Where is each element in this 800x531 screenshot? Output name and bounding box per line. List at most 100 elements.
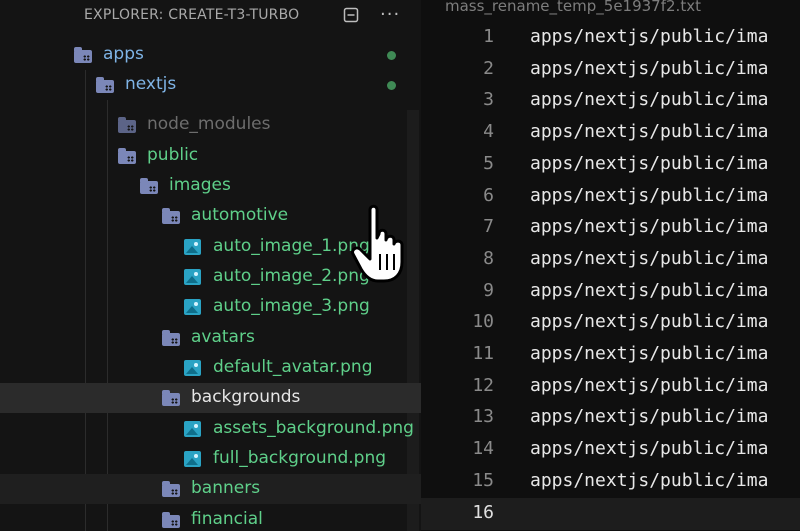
image-file-icon [184, 451, 202, 467]
tree-item-label: banners [191, 478, 261, 498]
folder-icon [118, 117, 136, 133]
tree-file-full_background-png[interactable]: full_background.png [0, 444, 421, 474]
folder-icon [96, 77, 114, 93]
line-text: apps/nextjs/public/ima [530, 247, 769, 269]
editor-line[interactable]: 12 apps/nextjs/public/ima [421, 371, 800, 403]
line-number: 8 [483, 247, 494, 269]
line-number: 13 [472, 406, 494, 428]
editor-line[interactable]: 13 apps/nextjs/public/ima [421, 402, 800, 434]
line-number: 7 [483, 216, 494, 238]
more-actions-icon[interactable]: ··· [380, 4, 400, 25]
editor-line[interactable]: 3 apps/nextjs/public/ima [421, 85, 800, 117]
line-text: apps/nextjs/public/ima [530, 406, 769, 428]
tree-item-label: auto_image_2.png [213, 266, 370, 286]
image-file-icon [184, 239, 202, 255]
line-text: apps/nextjs/public/ima [530, 152, 769, 174]
tree-item-label: public [147, 145, 199, 165]
line-number: 1 [483, 26, 494, 47]
tree-folder-banners[interactable]: banners [0, 474, 421, 504]
editor-line[interactable]: 14 apps/nextjs/public/ima [421, 434, 800, 466]
folder-icon [118, 148, 136, 164]
explorer-header: EXPLORER: CREATE-T3-TURBO ··· [0, 0, 421, 32]
tree-item-label: apps [103, 44, 144, 64]
tree-item-label: automotive [191, 205, 289, 225]
line-number: 3 [483, 89, 494, 111]
tree-file-auto_image_3-png[interactable]: auto_image_3.png [0, 292, 421, 322]
editor-filename[interactable]: mass_rename_temp_5e1937f2.txt [445, 0, 701, 15]
line-number: 11 [472, 343, 494, 364]
folder-icon [140, 178, 158, 194]
folder-icon [162, 208, 180, 224]
tree-item-label: backgrounds [191, 387, 301, 407]
editor-line[interactable]: 10 apps/nextjs/public/ima [421, 307, 800, 339]
folder-icon [162, 512, 180, 528]
line-number: 6 [483, 184, 494, 206]
image-file-icon [184, 360, 202, 376]
tree-folder-node_modules[interactable]: node_modules [0, 110, 421, 140]
line-number: 4 [483, 121, 494, 143]
folder-icon [74, 47, 92, 63]
line-number: 16 [472, 501, 494, 523]
editor-line[interactable]: 4 apps/nextjs/public/ima [421, 117, 800, 149]
tree-item-label: auto_image_1.png [213, 236, 370, 256]
editor-pane[interactable]: mass_rename_temp_5e1937f2.txt 1 apps/next… [421, 0, 800, 531]
editor-line[interactable]: 1 apps/nextjs/public/ima [421, 22, 800, 54]
line-text: apps/nextjs/public/ima [530, 469, 769, 491]
explorer-title: EXPLORER: CREATE-T3-TURBO [84, 7, 300, 23]
image-file-icon [184, 299, 202, 315]
editor-line[interactable]: 5 apps/nextjs/public/ima [421, 149, 800, 181]
line-number: 9 [483, 279, 494, 301]
tree-item-label: default_avatar.png [213, 357, 373, 377]
tree-item-label: images [169, 175, 231, 195]
tree-item-label: nextjs [125, 74, 177, 94]
editor-line[interactable]: 11 apps/nextjs/public/ima [421, 339, 800, 371]
hand-cursor-icon [351, 204, 404, 283]
editor-line[interactable]: 15 apps/nextjs/public/ima [421, 466, 800, 498]
line-number: 10 [472, 311, 494, 333]
line-text: apps/nextjs/public/ima [530, 57, 769, 79]
line-number: 5 [483, 152, 494, 174]
tree-folder-apps[interactable]: apps [0, 40, 421, 70]
image-file-icon [184, 421, 202, 437]
tree-folder-public[interactable]: public [0, 141, 421, 171]
line-text: apps/nextjs/public/ima [530, 184, 769, 206]
line-text: apps/nextjs/public/ima [530, 121, 769, 143]
line-text: apps/nextjs/public/ima [530, 279, 769, 301]
git-status-dot [387, 51, 396, 60]
line-text: apps/nextjs/public/ima [530, 311, 769, 333]
line-number: 14 [472, 438, 494, 460]
editor-line[interactable]: 8 apps/nextjs/public/ima [421, 244, 800, 276]
tree-item-label: full_background.png [213, 448, 387, 468]
editor-line[interactable]: 6 apps/nextjs/public/ima [421, 181, 800, 213]
line-text: apps/nextjs/public/ima [530, 26, 769, 47]
folder-icon [162, 390, 180, 406]
tree-folder-avatars[interactable]: avatars [0, 323, 421, 353]
line-text: apps/nextjs/public/ima [530, 89, 769, 111]
tree-item-label: avatars [191, 327, 255, 347]
tree-item-label: node_modules [147, 114, 271, 134]
editor-line[interactable]: 9 apps/nextjs/public/ima [421, 276, 800, 308]
editor-line[interactable]: 7 apps/nextjs/public/ima [421, 212, 800, 244]
tree-folder-financial[interactable]: financial [0, 505, 421, 531]
editor-line[interactable]: 16 [421, 497, 800, 530]
tree-item-label: assets_background.png [213, 418, 414, 438]
collapse-all-icon[interactable] [343, 7, 359, 27]
line-text: apps/nextjs/public/ima [530, 343, 769, 364]
tree-item-label: auto_image_3.png [213, 296, 370, 316]
tree-file-assets_background-png[interactable]: assets_background.png [0, 414, 421, 444]
tree-file-default_avatar-png[interactable]: default_avatar.png [0, 353, 421, 383]
line-number: 15 [472, 469, 494, 491]
tree-folder-nextjs[interactable]: nextjs [0, 70, 421, 100]
editor-line[interactable]: 2 apps/nextjs/public/ima [421, 54, 800, 86]
folder-icon [162, 481, 180, 497]
line-text: apps/nextjs/public/ima [530, 374, 769, 396]
tree-item-label: financial [191, 509, 263, 529]
line-number: 2 [483, 57, 494, 79]
line-number: 12 [472, 374, 494, 396]
tree-folder-images[interactable]: images [0, 171, 421, 201]
folder-icon [162, 330, 180, 346]
line-text: apps/nextjs/public/ima [530, 216, 769, 238]
git-status-dot [387, 81, 396, 90]
image-file-icon [184, 269, 202, 285]
tree-folder-backgrounds[interactable]: backgrounds [0, 383, 421, 413]
